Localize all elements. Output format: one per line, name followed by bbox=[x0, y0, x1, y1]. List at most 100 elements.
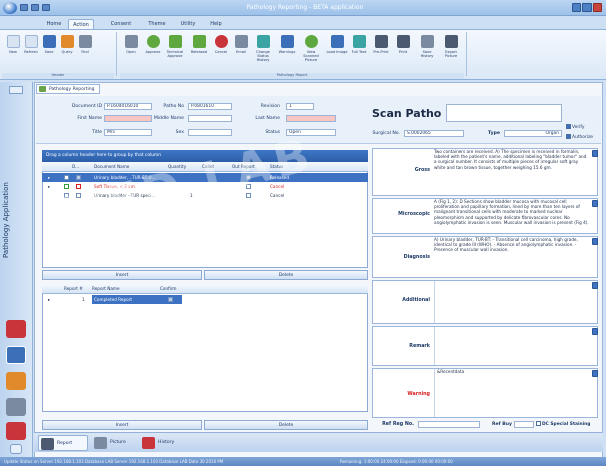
dc-special-staining-checkbox[interactable]: DC Special Staining bbox=[536, 421, 600, 429]
export-picture-button[interactable]: Export Picture bbox=[440, 33, 462, 71]
close-icon[interactable] bbox=[592, 3, 602, 12]
query-button[interactable]: Query bbox=[58, 33, 76, 71]
microscopic-text[interactable]: A (Fig 1, 2): D Sections show bladder mu… bbox=[434, 199, 590, 233]
print-button[interactable]: Print bbox=[394, 33, 412, 71]
verify-checkbox[interactable]: Verify bbox=[566, 124, 600, 132]
sex-field[interactable] bbox=[188, 129, 232, 136]
authorize-checkbox[interactable]: Authorize bbox=[566, 134, 600, 142]
qat-customize-icon[interactable] bbox=[42, 4, 50, 11]
app-menu-button[interactable] bbox=[3, 2, 17, 14]
additional-editor-button[interactable] bbox=[592, 282, 598, 289]
email-button[interactable]: Email bbox=[232, 33, 250, 71]
out-report-checkbox[interactable] bbox=[246, 175, 251, 180]
column-header[interactable]: Status bbox=[270, 162, 300, 172]
qat-undo-icon[interactable] bbox=[31, 4, 39, 11]
tab-home[interactable]: Home bbox=[44, 19, 64, 29]
diagnosis-text[interactable]: A) Urinary bladder, TUR-BT: - Transition… bbox=[434, 237, 590, 277]
column-header[interactable]: Report # bbox=[64, 284, 90, 294]
patho-no-field[interactable]: P.0801610 bbox=[188, 103, 232, 110]
last-name-field[interactable] bbox=[286, 115, 336, 122]
expand-chevron-icon[interactable] bbox=[10, 444, 22, 454]
column-header[interactable]: Quantity bbox=[168, 162, 198, 172]
tab-picture[interactable]: Picture bbox=[92, 435, 136, 451]
tab-theme[interactable]: Theme bbox=[144, 19, 170, 29]
row-expander-icon[interactable]: ▸ bbox=[48, 173, 56, 182]
tab-help[interactable]: Help bbox=[206, 19, 226, 29]
minimize-icon[interactable] bbox=[572, 3, 582, 12]
wrench-icon[interactable] bbox=[6, 398, 26, 416]
scan-patho-input[interactable] bbox=[446, 104, 562, 122]
change-status-history-button[interactable]: Change Status History bbox=[252, 33, 274, 71]
row-checkbox[interactable] bbox=[64, 175, 69, 180]
out-report-checkbox[interactable] bbox=[246, 184, 251, 189]
column-header[interactable]: Out Report bbox=[232, 162, 266, 172]
table-row[interactable]: Urinary bladder --TUR speci... 1 Cancel bbox=[42, 191, 368, 200]
cancel-button[interactable]: Cancel bbox=[212, 33, 230, 71]
delete-report-button[interactable]: Delete bbox=[204, 420, 368, 430]
tab-home-icon[interactable] bbox=[6, 19, 26, 29]
row-checkbox[interactable] bbox=[64, 184, 69, 189]
remark-text[interactable] bbox=[434, 327, 590, 365]
monitor-icon[interactable] bbox=[6, 346, 26, 364]
diagnosis-editor-button[interactable] bbox=[592, 238, 598, 245]
group-by-hint[interactable]: Drag a column header here to group by th… bbox=[42, 150, 368, 162]
tab-action[interactable]: Action bbox=[68, 19, 94, 29]
surgical-no-field[interactable]: S.0002065 bbox=[404, 130, 464, 137]
pre-print-button[interactable]: Pre-Print bbox=[372, 33, 390, 71]
document-id-field[interactable]: P.1604016010 bbox=[104, 103, 152, 110]
panel-pin-icon[interactable] bbox=[9, 86, 23, 94]
tab-consent[interactable]: Consent bbox=[104, 19, 138, 29]
table-row[interactable]: ▸ 1 Completed Report bbox=[42, 295, 192, 304]
view-scanned-picture-button[interactable]: View Scanned Picture bbox=[300, 33, 322, 71]
maximize-icon[interactable] bbox=[582, 3, 592, 12]
out-report-checkbox[interactable] bbox=[246, 193, 251, 198]
technical-approve-button[interactable]: Technical Approve bbox=[166, 33, 184, 71]
type-field[interactable]: Organ bbox=[504, 130, 562, 137]
status-field[interactable]: Open bbox=[286, 129, 336, 136]
tab-report[interactable]: Report bbox=[38, 435, 88, 451]
remark-editor-button[interactable] bbox=[592, 328, 598, 335]
load-image-button[interactable]: Load Image bbox=[326, 33, 348, 71]
qat-save-icon[interactable] bbox=[20, 4, 28, 11]
warnings-button[interactable]: Warnings bbox=[278, 33, 296, 71]
column-header[interactable]: Report Name bbox=[92, 284, 142, 294]
gross-editor-button[interactable] bbox=[592, 150, 598, 157]
additional-text[interactable] bbox=[434, 281, 590, 323]
row-checkbox[interactable] bbox=[76, 193, 81, 198]
refresh-button[interactable]: Refresh bbox=[22, 33, 40, 71]
title-field[interactable]: Mrs bbox=[104, 129, 152, 136]
tools-icon[interactable] bbox=[6, 372, 26, 390]
confirm-checkbox[interactable] bbox=[168, 297, 173, 302]
gross-text[interactable]: Two containers are received. A) The spec… bbox=[434, 149, 590, 195]
save-history-button[interactable]: Save History bbox=[416, 33, 438, 71]
new-button[interactable]: New bbox=[4, 33, 22, 71]
column-header[interactable]: D... bbox=[72, 162, 92, 172]
find-button[interactable]: Find bbox=[76, 33, 94, 71]
middle-name-field[interactable] bbox=[188, 115, 232, 122]
row-checkbox[interactable] bbox=[64, 193, 69, 198]
table-row[interactable]: ▸ Urinary bladder, ..TUR-BT,U... Release… bbox=[42, 173, 368, 182]
row-expander-icon[interactable]: ▸ bbox=[48, 182, 56, 191]
people-icon[interactable] bbox=[6, 422, 26, 440]
revision-field[interactable]: 1 bbox=[286, 103, 314, 110]
open-button[interactable]: Open bbox=[122, 33, 140, 71]
microscopic-editor-button[interactable] bbox=[592, 200, 598, 207]
warning-text[interactable]: &Recentdata bbox=[434, 369, 590, 417]
puzzle-icon[interactable] bbox=[6, 320, 26, 338]
approve-button[interactable]: Approve bbox=[144, 33, 162, 71]
tab-utility[interactable]: Utility bbox=[176, 19, 200, 29]
column-header[interactable]: Collet bbox=[202, 162, 226, 172]
insert-report-button[interactable]: Insert bbox=[42, 420, 202, 430]
column-header[interactable]: Document Name bbox=[94, 162, 164, 172]
table-row[interactable]: ▸ Soft Tissue, < 2 cm Cancel bbox=[42, 182, 368, 191]
full-text-button[interactable]: Full Text bbox=[350, 33, 368, 71]
warning-editor-button[interactable] bbox=[592, 370, 598, 377]
row-checkbox[interactable] bbox=[76, 184, 81, 189]
row-expander-icon[interactable]: ▸ bbox=[48, 295, 56, 304]
first-name-field[interactable] bbox=[104, 115, 152, 122]
row-checkbox[interactable] bbox=[76, 175, 81, 180]
delete-document-button[interactable]: Delete bbox=[204, 270, 368, 280]
insert-document-button[interactable]: Insert bbox=[42, 270, 202, 280]
column-header[interactable]: Confirm bbox=[160, 284, 190, 294]
tab-history[interactable]: History bbox=[140, 435, 184, 451]
